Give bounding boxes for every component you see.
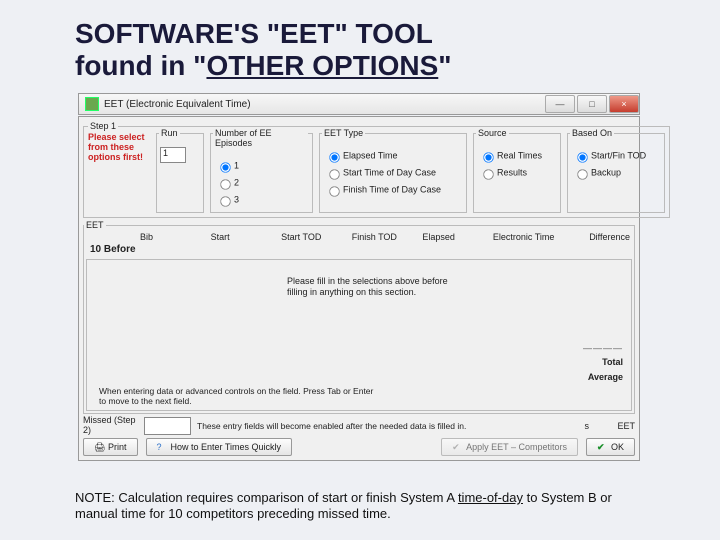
step1-group: Step 1 Please select from these options … bbox=[83, 121, 670, 218]
window-titlebar: EET (Electronic Equivalent Time) — □ × bbox=[78, 93, 640, 115]
title-line1: SOFTWARE'S "EET" TOOL bbox=[75, 18, 433, 49]
run-input[interactable]: 1 bbox=[160, 147, 186, 163]
close-button[interactable]: × bbox=[609, 95, 639, 113]
missed-note: These entry fields will become enabled a… bbox=[197, 421, 579, 431]
episodes-label: Number of EE Episodes bbox=[213, 128, 308, 148]
help-icon: ? bbox=[157, 442, 167, 452]
col-eet: EET bbox=[595, 421, 635, 431]
col-start-tod: Start TOD bbox=[281, 232, 348, 242]
minimize-button[interactable]: — bbox=[545, 95, 575, 113]
type-elapsed[interactable] bbox=[329, 152, 339, 162]
episodes-group: Number of EE Episodes 1 2 3 bbox=[210, 133, 313, 213]
eet-group: EET Bib Start Start TOD Finish TOD Elaps… bbox=[83, 220, 635, 414]
apply-button[interactable]: ✔ Apply EET – Competitors bbox=[441, 438, 578, 456]
ok-button[interactable]: ✔ OK bbox=[586, 438, 635, 456]
col-elapsed: Elapsed bbox=[422, 232, 489, 242]
eet-window: Step 1 Please select from these options … bbox=[78, 116, 640, 461]
based-backup[interactable] bbox=[577, 169, 587, 179]
col-bib: Bib bbox=[140, 232, 207, 242]
run-group: Run 1 bbox=[156, 133, 204, 213]
note-u: time-of-day bbox=[458, 490, 523, 505]
col-diff: Difference bbox=[563, 232, 630, 242]
ten-before-label: 10 Before bbox=[84, 242, 634, 257]
run-label: Run bbox=[159, 128, 180, 138]
episodes-3[interactable] bbox=[220, 196, 230, 206]
eet-body: Please fill in the selections above befo… bbox=[86, 259, 632, 411]
source-real[interactable] bbox=[483, 152, 493, 162]
col-start: Start bbox=[211, 232, 278, 242]
total-label: Total bbox=[583, 355, 623, 369]
note-a: NOTE: Calculation requires comparison of… bbox=[75, 490, 458, 505]
check-icon: ✔ bbox=[452, 442, 462, 452]
window-title: EET (Electronic Equivalent Time) bbox=[104, 99, 251, 110]
step1-legend: Step 1 bbox=[88, 121, 118, 131]
fill-message: Please fill in the selections above befo… bbox=[287, 276, 457, 298]
printer-icon: 🖨 bbox=[94, 442, 104, 452]
missed-row: Missed (Step 2) These entry fields will … bbox=[83, 416, 635, 436]
totals-block: ———— Total Average bbox=[583, 341, 623, 384]
type-label: EET Type bbox=[322, 128, 365, 138]
episodes-2[interactable] bbox=[220, 179, 230, 189]
eet-legend: EET bbox=[84, 220, 106, 230]
howto-button[interactable]: ? How to Enter Times Quickly bbox=[146, 438, 293, 456]
slide-note: NOTE: Calculation requires comparison of… bbox=[75, 490, 655, 523]
source-results[interactable] bbox=[483, 169, 493, 179]
title-line2a: found in " bbox=[75, 50, 206, 81]
bottom-button-row: 🖨 Print ? How to Enter Times Quickly ✔ A… bbox=[83, 438, 635, 456]
source-label: Source bbox=[476, 128, 509, 138]
col-finish-tod: Finish TOD bbox=[352, 232, 419, 242]
episodes-1[interactable] bbox=[220, 162, 230, 172]
title-line2b: " bbox=[438, 50, 451, 81]
diff-dashes: ———— bbox=[583, 341, 623, 355]
entry-hint: When entering data or advanced controls … bbox=[99, 386, 379, 406]
average-label: Average bbox=[583, 370, 623, 384]
maximize-button[interactable]: □ bbox=[577, 95, 607, 113]
type-group: EET Type Elapsed Time Start Time of Day … bbox=[319, 133, 467, 213]
missed-label: Missed (Step 2) bbox=[83, 416, 138, 436]
check-icon: ✔ bbox=[597, 442, 607, 452]
type-start-tod[interactable] bbox=[329, 169, 339, 179]
based-startfin[interactable] bbox=[577, 152, 587, 162]
source-group: Source Real Times Results bbox=[473, 133, 561, 213]
basedon-group: Based On Start/Fin TOD Backup bbox=[567, 133, 665, 213]
col-etime: Electronic Time bbox=[493, 232, 560, 242]
warning-text: Please select from these options first! bbox=[88, 133, 150, 213]
basedon-label: Based On bbox=[570, 128, 614, 138]
page-title: SOFTWARE'S "EET" TOOL found in "OTHER OP… bbox=[75, 18, 452, 82]
app-icon bbox=[85, 97, 99, 111]
print-button[interactable]: 🖨 Print bbox=[83, 438, 138, 456]
col-s: s bbox=[585, 421, 590, 431]
type-finish-tod[interactable] bbox=[329, 186, 339, 196]
title-line2u: OTHER OPTIONS bbox=[206, 50, 438, 81]
table-header: Bib Start Start TOD Finish TOD Elapsed E… bbox=[84, 230, 634, 242]
missed-input[interactable] bbox=[144, 417, 191, 435]
